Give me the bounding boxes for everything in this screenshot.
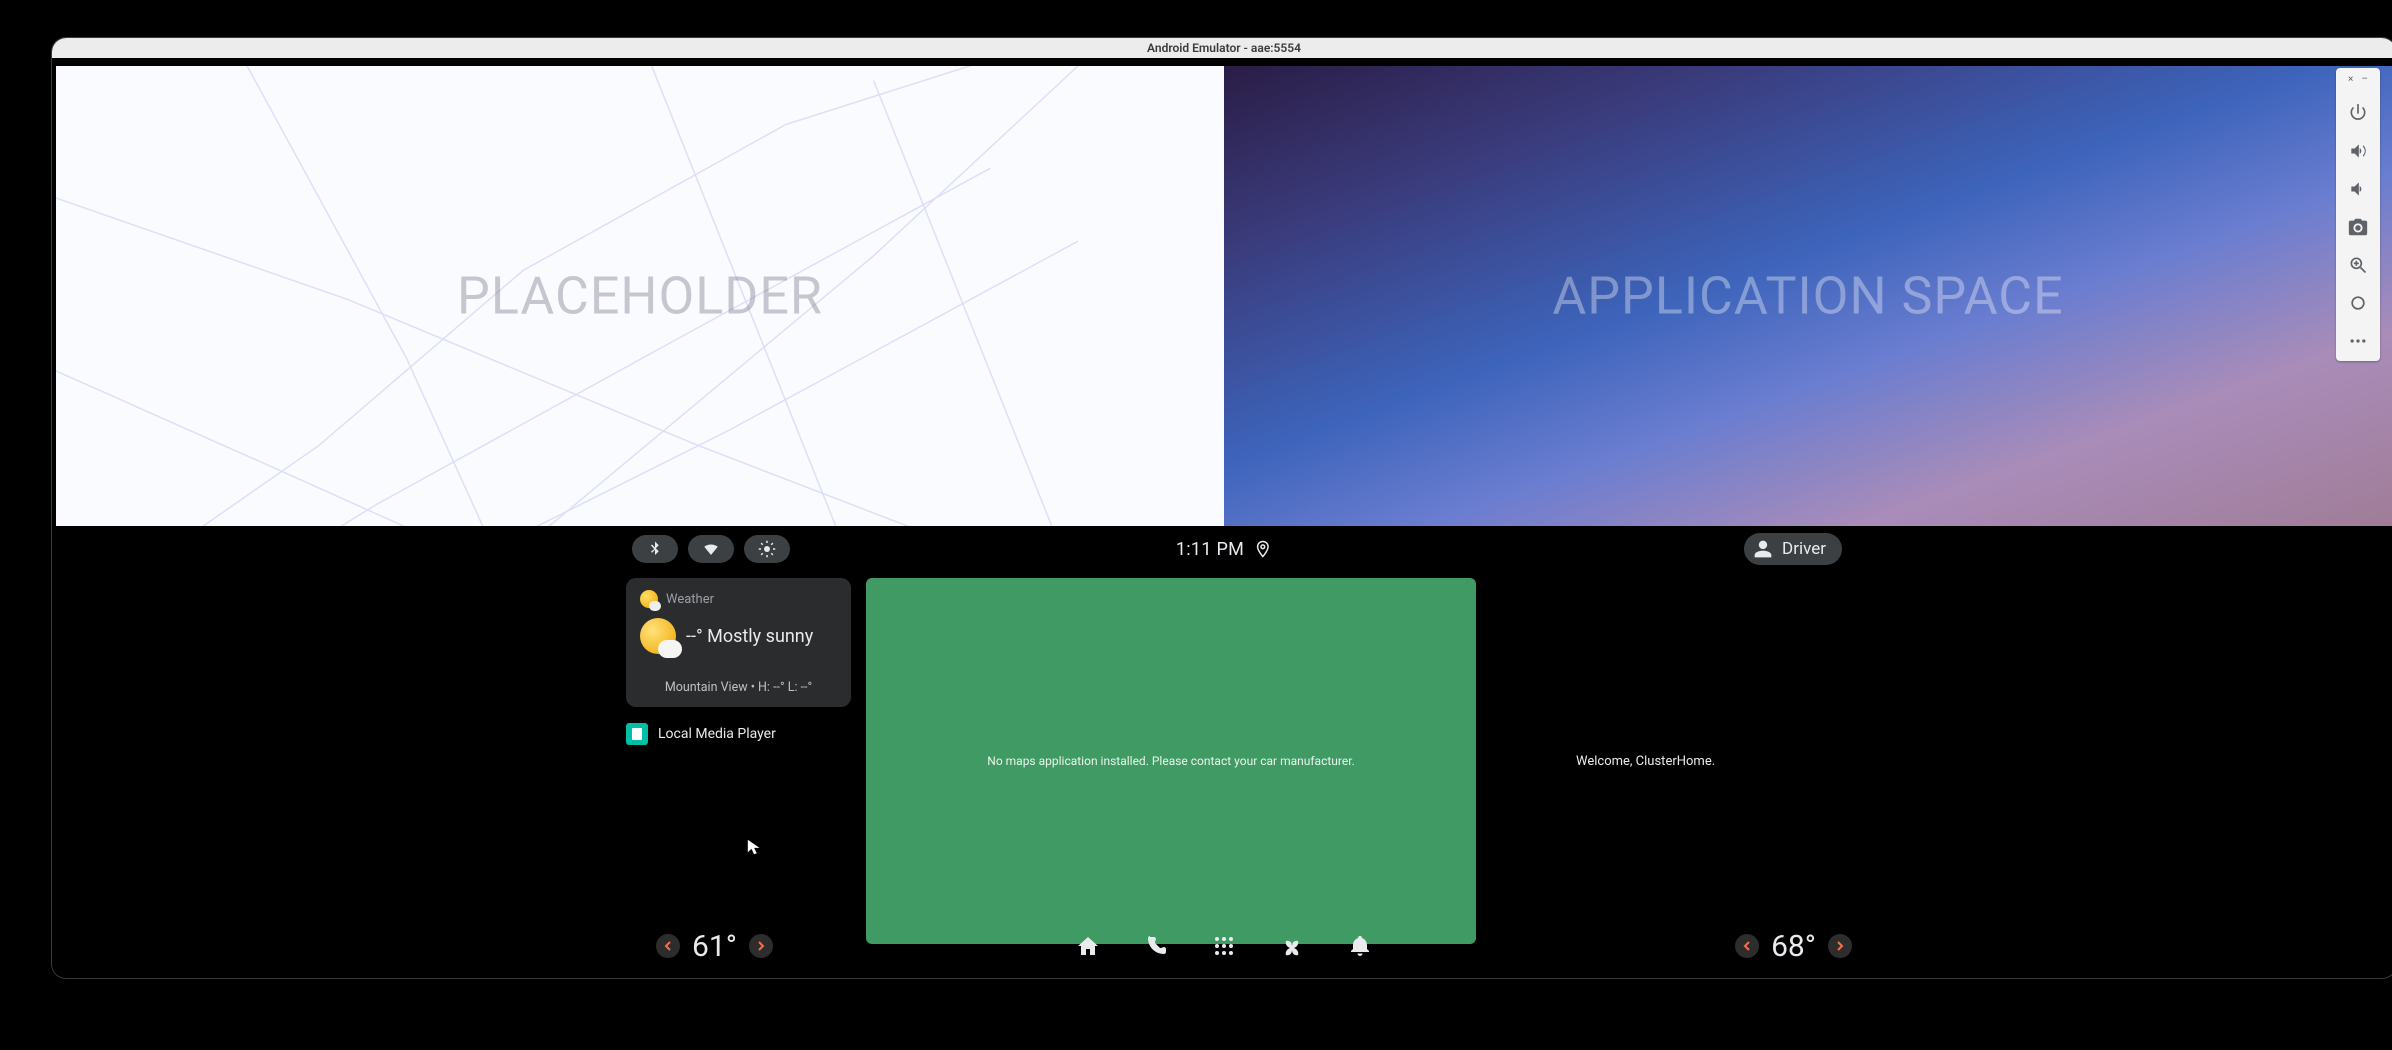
circle-icon	[2348, 293, 2368, 313]
nav-phone[interactable]	[1143, 933, 1169, 959]
wifi-icon	[702, 540, 720, 558]
map-background-lines	[56, 66, 1224, 526]
chevron-left-icon	[1742, 941, 1752, 951]
launcher-content: Weather --° Mostly sunny Mountain View •…	[56, 578, 2392, 918]
status-center: 1:11 PM	[1176, 539, 1272, 560]
profile-chip[interactable]: Driver	[1744, 533, 1842, 565]
hvac-right-temp: 68°	[1771, 929, 1816, 964]
hvac-right-up[interactable]	[1828, 934, 1852, 958]
media-app-icon	[626, 723, 648, 745]
car-launcher: 1:11 PM Driver Weather	[56, 528, 2392, 974]
quick-toggle-group	[632, 535, 790, 563]
emulator-minimize-button[interactable]: –	[2361, 74, 2368, 85]
left-column: Weather --° Mostly sunny Mountain View •…	[626, 578, 851, 745]
status-bar: 1:11 PM Driver	[56, 528, 2392, 570]
clock: 1:11 PM	[1176, 539, 1244, 560]
nav-notifications[interactable]	[1347, 933, 1373, 959]
fan-icon	[1280, 934, 1304, 958]
emulator-power-button[interactable]	[2346, 101, 2370, 125]
maps-placeholder-tile[interactable]: No maps application installed. Please co…	[866, 578, 1476, 944]
brightness-toggle[interactable]	[744, 535, 790, 563]
media-card[interactable]: Local Media Player	[626, 723, 851, 745]
emulator-window-controls: × –	[2348, 74, 2368, 85]
emulator-window: Android Emulator - aae:5554	[52, 38, 2392, 978]
bluetooth-icon	[646, 540, 664, 558]
chevron-right-icon	[1835, 941, 1845, 951]
weather-icon-small	[640, 590, 658, 608]
apps-grid-icon	[1212, 934, 1236, 958]
bluetooth-toggle[interactable]	[632, 535, 678, 563]
zoom-icon	[2348, 255, 2368, 275]
location-icon	[1254, 540, 1272, 558]
person-icon	[1752, 538, 1774, 560]
power-icon	[2348, 103, 2368, 123]
cursor-icon	[746, 838, 764, 856]
emulator-volume-down-button[interactable]	[2346, 177, 2370, 201]
brightness-icon	[758, 540, 776, 558]
weather-headline: --° Mostly sunny	[686, 626, 813, 647]
weather-title: Weather	[666, 592, 714, 607]
weather-icon	[640, 618, 676, 654]
more-horizontal-icon	[2348, 331, 2368, 351]
upper-display-row: PLACEHOLDER APPLICATION SPACE	[56, 66, 2392, 526]
device-screen: PLACEHOLDER APPLICATION SPACE	[52, 58, 2392, 978]
weather-subline: Mountain View • H: --° L: --°	[640, 680, 837, 695]
application-space-pane: APPLICATION SPACE	[1224, 66, 2392, 526]
nav-home[interactable]	[1075, 933, 1101, 959]
weather-card[interactable]: Weather --° Mostly sunny Mountain View •…	[626, 578, 851, 707]
nav-bar: 61°	[56, 918, 2392, 974]
camera-icon	[2347, 216, 2369, 238]
volume-up-icon	[2348, 141, 2368, 161]
wifi-toggle[interactable]	[688, 535, 734, 563]
hvac-left-down[interactable]	[656, 934, 680, 958]
media-label: Local Media Player	[658, 726, 776, 742]
appspace-label: APPLICATION SPACE	[1552, 266, 2063, 327]
emulator-back-button[interactable]	[2346, 291, 2370, 315]
emulator-zoom-button[interactable]	[2346, 253, 2370, 277]
hvac-left: 61°	[656, 929, 773, 964]
nav-apps[interactable]	[1211, 933, 1237, 959]
hvac-right-down[interactable]	[1735, 934, 1759, 958]
instrument-cluster-pane: PLACEHOLDER	[56, 66, 1224, 526]
chevron-right-icon	[756, 941, 766, 951]
home-icon	[1076, 934, 1100, 958]
nav-hvac[interactable]	[1279, 933, 1305, 959]
hvac-right: 68°	[1735, 929, 1852, 964]
hvac-left-up[interactable]	[749, 934, 773, 958]
maps-placeholder-text: No maps application installed. Please co…	[987, 754, 1354, 768]
hvac-left-temp: 61°	[692, 929, 737, 964]
bell-icon	[1348, 934, 1372, 958]
window-titlebar[interactable]: Android Emulator - aae:5554	[52, 38, 2392, 58]
emulator-volume-up-button[interactable]	[2346, 139, 2370, 163]
profile-name: Driver	[1782, 539, 1826, 559]
window-title: Android Emulator - aae:5554	[1147, 41, 1301, 55]
cluster-welcome-text: Welcome, ClusterHome.	[1576, 754, 1715, 769]
chevron-left-icon	[663, 941, 673, 951]
emulator-toolbar: × –	[2336, 68, 2380, 361]
emulator-close-button[interactable]: ×	[2348, 74, 2353, 85]
phone-icon	[1144, 934, 1168, 958]
emulator-screenshot-button[interactable]	[2346, 215, 2370, 239]
volume-down-icon	[2348, 179, 2368, 199]
nav-icons	[1075, 933, 1373, 959]
emulator-more-button[interactable]	[2346, 329, 2370, 353]
